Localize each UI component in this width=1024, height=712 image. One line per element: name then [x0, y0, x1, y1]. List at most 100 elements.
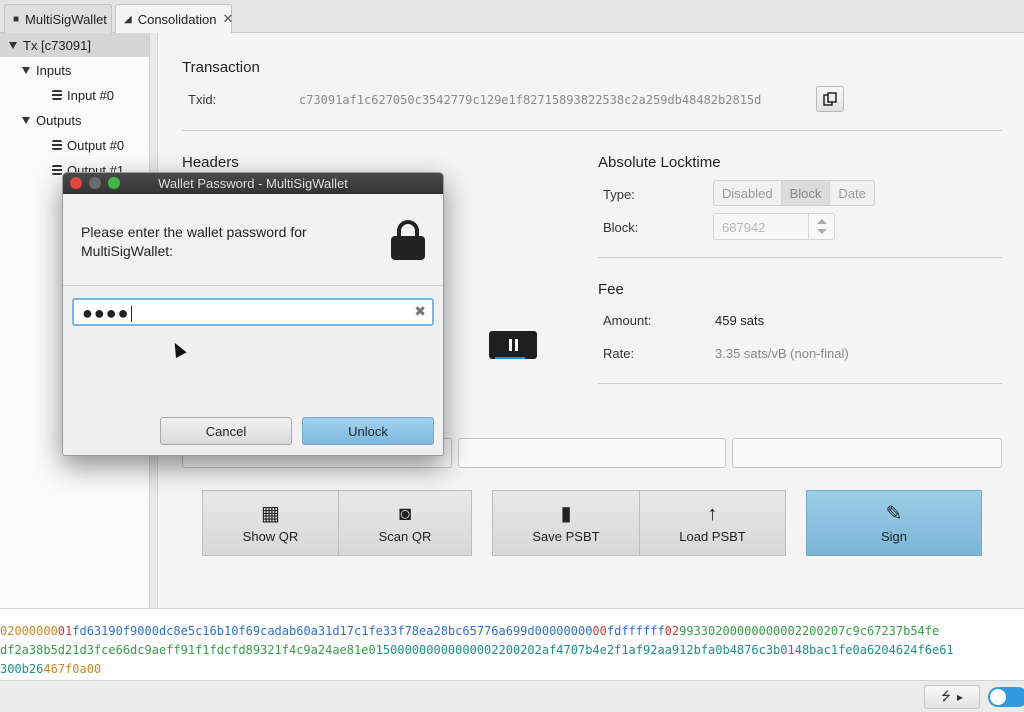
save-psbt-label: Save PSBT [532, 528, 600, 544]
tab-multisigwallet[interactable]: ■ MultiSigWallet [4, 4, 112, 33]
tab-label: Consolidation [137, 11, 217, 27]
transaction-title: Transaction [182, 59, 260, 76]
tree-item-outputs[interactable]: Outputs [0, 108, 82, 132]
tree-label: Tx [c73091] [23, 37, 91, 53]
load-psbt-button[interactable]: ↑ Load PSBT [639, 490, 786, 556]
tree-item-inputs[interactable]: Inputs [0, 58, 71, 82]
server-toggle[interactable] [988, 687, 1024, 707]
wallet-icon: ■ [13, 13, 20, 25]
close-window-button[interactable] [70, 177, 82, 189]
coins-icon [52, 165, 62, 175]
coins-icon [52, 140, 62, 150]
zoom-window-button[interactable] [108, 177, 120, 189]
copy-txid-button[interactable] [816, 86, 844, 112]
tree-label: Inputs [36, 62, 72, 78]
tree-item-output-0[interactable]: Output #0 [0, 133, 124, 157]
usb-icon: ⭍ [940, 688, 951, 703]
unlock-button[interactable]: Unlock [302, 417, 434, 445]
hex-segment: 02000000 [0, 624, 58, 638]
minimize-window-button[interactable] [89, 177, 101, 189]
arrow-up-icon: ↑ [707, 502, 718, 525]
divider [182, 130, 1002, 131]
divider [598, 257, 1002, 258]
hex-segment: df2a38b5d21d3fce66dc9aeff91f1fdcfd89321f… [0, 643, 376, 657]
chevron-down-icon[interactable] [22, 66, 30, 74]
send-icon: ◢ [124, 13, 132, 25]
hex-segment: 00000000 [534, 624, 593, 638]
save-psbt-button[interactable]: ▮ Save PSBT [492, 490, 640, 556]
dialog-header: Please enter the wallet password for Mul… [63, 194, 443, 286]
show-qr-label: Show QR [242, 528, 299, 544]
fee-amount-label: Amount: [603, 313, 652, 328]
signature-field-3 [732, 438, 1002, 468]
decrement-icon[interactable] [817, 229, 827, 234]
chevron-down-icon[interactable] [9, 41, 17, 49]
locktime-title: Absolute Locktime [598, 154, 721, 171]
pause-icon[interactable] [489, 331, 537, 359]
text-caret [130, 306, 132, 323]
increment-icon[interactable] [817, 219, 827, 224]
load-psbt-label: Load PSBT [679, 528, 746, 544]
camera-icon: ◙ [398, 502, 412, 525]
locktime-block-spinner[interactable]: 687942 [713, 213, 835, 240]
wallet-password-dialog: Wallet Password - MultiSigWallet Please … [62, 172, 444, 456]
hex-segment: 2200207c9c67237b54fe [794, 624, 940, 638]
scan-qr-label: Scan QR [378, 528, 432, 544]
tree-item-input-0[interactable]: Input #0 [0, 83, 114, 107]
close-icon[interactable]: ✕ [222, 11, 233, 27]
transaction-hex-view[interactable]: 0200000001fd63190f9000dc8e5c16b10f69cada… [0, 608, 1024, 680]
dialog-message: Please enter the wallet password for Mul… [81, 224, 307, 259]
fee-amount-value: 459 sats [715, 313, 765, 328]
show-qr-button[interactable]: ▦ Show QR [202, 490, 339, 556]
coins-icon [52, 90, 62, 100]
cancel-button[interactable]: Cancel [160, 417, 292, 445]
hex-line-1: 0200000001fd63190f9000dc8e5c16b10f69cada… [0, 622, 1024, 641]
progress-bar [495, 357, 525, 359]
fee-rate-value: 3.35 sats/vB (non-final) [715, 346, 849, 361]
hex-segment: 1500000000000000 [375, 643, 492, 657]
usb-devices-button[interactable]: ⭍ ▸ [924, 685, 980, 709]
hex-segment: 2200202af4707b4e2f1af92aa912bfa0b4876c3b… [491, 643, 954, 657]
tab-consolidation[interactable]: ◢ Consolidation ✕ [115, 4, 233, 33]
tree-label: Output #0 [67, 137, 125, 153]
sd-card-icon: ▮ [560, 502, 572, 525]
tree-item-tx[interactable]: Tx [c73091] [0, 33, 149, 57]
play-icon: ▸ [956, 690, 964, 704]
clear-icon[interactable]: ✖ [414, 303, 426, 320]
password-field[interactable]: ●●●● ✖ [72, 298, 434, 326]
fee-title: Fee [598, 281, 624, 298]
hex-segment: fdffffff [606, 624, 665, 638]
status-bar: ⭍ ▸ [0, 680, 1024, 712]
locktime-type-label: Type: [603, 187, 635, 202]
headers-title: Headers [182, 154, 239, 171]
spinner-arrows[interactable] [808, 214, 834, 239]
tree-label: Outputs [36, 112, 82, 128]
hex-segment: 01 [57, 624, 73, 638]
signature-field-2 [458, 438, 726, 468]
locktime-type-selector[interactable]: Disabled Block Date [713, 180, 875, 206]
locktime-type-block[interactable]: Block [781, 181, 831, 205]
dialog-title: Wallet Password - MultiSigWallet [158, 176, 348, 191]
hex-line-3: 300b26467f0a00 [0, 660, 1024, 679]
locktime-block-label: Block: [603, 220, 639, 235]
block-value: 687942 [722, 220, 766, 235]
tab-bar: ■ MultiSigWallet ◢ Consolidation ✕ [0, 0, 1024, 33]
locktime-type-date[interactable]: Date [830, 181, 873, 205]
hex-segment: 02 [664, 624, 680, 638]
password-value: ●●●● [82, 303, 130, 323]
scan-qr-button[interactable]: ◙ Scan QR [338, 490, 472, 556]
hex-line-2: df2a38b5d21d3fce66dc9aeff91f1fdcfd89321f… [0, 641, 1024, 660]
hex-segment: 467f0a00 [43, 662, 102, 676]
chevron-down-icon[interactable] [22, 116, 30, 124]
sign-label: Sign [880, 528, 908, 544]
txid-value: c73091af1c627050c3542779c129e1f827158938… [299, 93, 762, 107]
locktime-type-disabled[interactable]: Disabled [714, 181, 782, 205]
hex-segment: 9933020000000000 [679, 624, 795, 638]
hex-segment: fd63190f9000dc8e5c16b10f69cadab60a31d17c… [72, 624, 535, 638]
dialog-titlebar[interactable]: Wallet Password - MultiSigWallet [63, 173, 443, 194]
qr-code-icon: ▦ [261, 502, 280, 525]
sign-button[interactable]: ✎ Sign [806, 490, 982, 556]
hex-segment: 00 [592, 624, 607, 638]
pen-icon: ✎ [885, 502, 903, 525]
txid-label: Txid: [188, 92, 217, 107]
